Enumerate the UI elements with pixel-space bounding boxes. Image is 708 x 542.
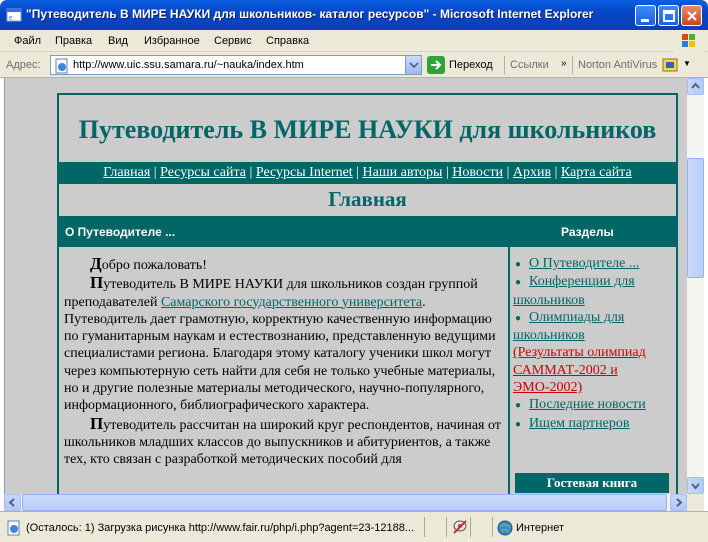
intro-text-continued: . Путеводитель дает грамотную, корректну… <box>64 294 496 414</box>
site-nav: Главная | Ресурсы сайта | Ресурсы Intern… <box>59 162 676 184</box>
norton-dropdown-icon[interactable]: ▼ <box>683 59 691 68</box>
svg-text:e: e <box>9 13 13 22</box>
sections-list: ● О Путеводителе ... ● Конференции для шко… <box>513 255 673 433</box>
nav-link-authors[interactable]: Наши авторы <box>363 165 443 180</box>
go-label: Переход <box>449 59 493 71</box>
menu-view[interactable]: Вид <box>108 35 128 47</box>
privacy-report-icon[interactable] <box>451 519 469 538</box>
windows-logo-icon <box>674 31 704 52</box>
main-text: Добро пожаловать! Путеводитель В МИРЕ НА… <box>64 255 504 469</box>
bullet-icon: ● <box>515 312 522 324</box>
go-arrow-icon <box>427 56 445 77</box>
address-bar: Адрес: http://www.uic.ssu.samara.ru/~nau… <box>0 52 708 78</box>
page-loading-icon <box>6 520 22 539</box>
status-separator <box>470 517 471 537</box>
audience-text: утеводитель рассчитан на широкий круг ре… <box>64 417 501 468</box>
scroll-left-button[interactable] <box>4 494 21 511</box>
university-link[interactable]: Самарского государственного университета <box>161 295 422 310</box>
menu-help[interactable]: Справка <box>266 35 309 47</box>
section-link-partners[interactable]: Ищем партнеров <box>529 416 629 431</box>
intro-paragraph: Путеводитель В МИРЕ НАУКИ для школьников… <box>64 274 504 414</box>
scrollbar-corner <box>687 494 704 511</box>
menu-favorites[interactable]: Избранное <box>144 35 200 47</box>
list-item: ● Ищем партнеров <box>513 415 673 433</box>
about-header: О Путеводителе ... <box>65 225 176 239</box>
page-frame: Путеводитель В МИРЕ НАУКИ для школьников… <box>57 93 678 494</box>
menu-edit[interactable]: Правка <box>55 35 92 47</box>
ie-icon: e <box>6 7 22 23</box>
nav-link-sitemap[interactable]: Карта сайта <box>561 165 632 180</box>
section-link-olympiads[interactable]: Олимпиады для школьников <box>513 310 624 343</box>
horizontal-scrollbar[interactable] <box>4 494 687 511</box>
status-separator <box>446 517 447 537</box>
page-icon <box>54 58 70 77</box>
section-link-conferences[interactable]: Конференции для школьников <box>513 274 635 307</box>
address-label: Адрес: <box>6 59 41 71</box>
list-item: ● Конференции для школьников <box>513 273 673 309</box>
window-title: "Путеводитель В МИРЕ НАУКИ для школьнико… <box>26 7 594 21</box>
olympiad-results-link[interactable]: (Результаты олимпиад САММАТ-2002 и ЭМО-2… <box>513 345 646 395</box>
content-viewport: Путеводитель В МИРЕ НАУКИ для школьников… <box>4 78 687 494</box>
toolbar-separator <box>504 56 505 74</box>
bullet-icon: ● <box>515 259 522 270</box>
toolbar-separator <box>572 56 573 74</box>
bullet-icon: ● <box>515 400 522 412</box>
status-text: (Осталось: 1) Загрузка рисунка http://ww… <box>26 522 415 534</box>
scroll-up-button[interactable] <box>687 78 704 95</box>
sections-header: Разделы <box>561 225 614 239</box>
scroll-down-button[interactable] <box>687 477 704 494</box>
internet-zone-label: Интернет <box>516 522 564 534</box>
chevron-right-icon[interactable]: » <box>561 58 567 69</box>
vertical-scrollbar[interactable] <box>687 78 704 494</box>
status-bar: (Осталось: 1) Загрузка рисунка http://ww… <box>0 511 708 542</box>
menu-bar: Файл Правка Вид Избранное Сервис Справка <box>0 30 708 52</box>
nav-link-site-resources[interactable]: Ресурсы сайта <box>160 165 246 180</box>
address-input[interactable]: http://www.uic.ssu.samara.ru/~nauka/inde… <box>50 55 422 75</box>
bullet-icon: ● <box>515 418 522 430</box>
nav-link-news[interactable]: Новости <box>452 165 503 180</box>
column-divider <box>508 247 510 494</box>
welcome-text: обро пожаловать! <box>101 258 207 273</box>
nav-link-archive[interactable]: Архив <box>513 165 551 180</box>
address-dropdown-button[interactable] <box>405 56 421 74</box>
status-separator <box>424 517 425 537</box>
norton-antivirus-label[interactable]: Norton AntiVirus <box>578 59 657 71</box>
scroll-right-button[interactable] <box>670 494 687 511</box>
drop-cap: П <box>90 413 104 433</box>
horizontal-scroll-thumb[interactable] <box>22 494 667 511</box>
site-title: Путеводитель В МИРЕ НАУКИ для школьников <box>78 115 657 144</box>
status-separator <box>492 517 493 537</box>
internet-zone-icon <box>497 520 513 539</box>
drop-cap: Д <box>90 254 102 273</box>
section-link-news[interactable]: Последние новости <box>529 397 646 412</box>
minimize-button[interactable] <box>635 5 656 26</box>
guestbook-button[interactable]: Гостевая книга <box>515 473 669 493</box>
list-item: ● О Путеводителе ... <box>513 255 673 273</box>
vertical-scroll-thumb[interactable] <box>687 158 704 278</box>
links-label[interactable]: Ссылки <box>510 59 549 71</box>
section-title: Главная <box>328 187 407 211</box>
address-url: http://www.uic.ssu.samara.ru/~nauka/inde… <box>73 59 304 71</box>
nav-link-internet-resources[interactable]: Ресурсы Internet <box>256 165 353 180</box>
audience-paragraph: Путеводитель рассчитан на широкий круг р… <box>64 415 504 469</box>
menu-tools[interactable]: Сервис <box>214 35 252 47</box>
list-item: ● Олимпиады для школьников (Результаты оли… <box>513 309 673 396</box>
section-link-about[interactable]: О Путеводителе ... <box>529 256 639 271</box>
close-button[interactable] <box>681 5 702 26</box>
bullet-icon: ● <box>515 277 522 289</box>
welcome-paragraph: Добро пожаловать! <box>64 255 504 274</box>
title-bar: e "Путеводитель В МИРЕ НАУКИ для школьни… <box>0 0 708 30</box>
menu-file[interactable]: Файл <box>14 35 41 47</box>
list-item: ● Последние новости <box>513 396 673 414</box>
nav-link-home[interactable]: Главная <box>103 165 150 180</box>
norton-icon[interactable] <box>662 57 678 76</box>
drop-cap: П <box>90 273 104 293</box>
maximize-button[interactable] <box>658 5 679 26</box>
content-header-row: О Путеводителе ... Разделы <box>59 216 676 247</box>
